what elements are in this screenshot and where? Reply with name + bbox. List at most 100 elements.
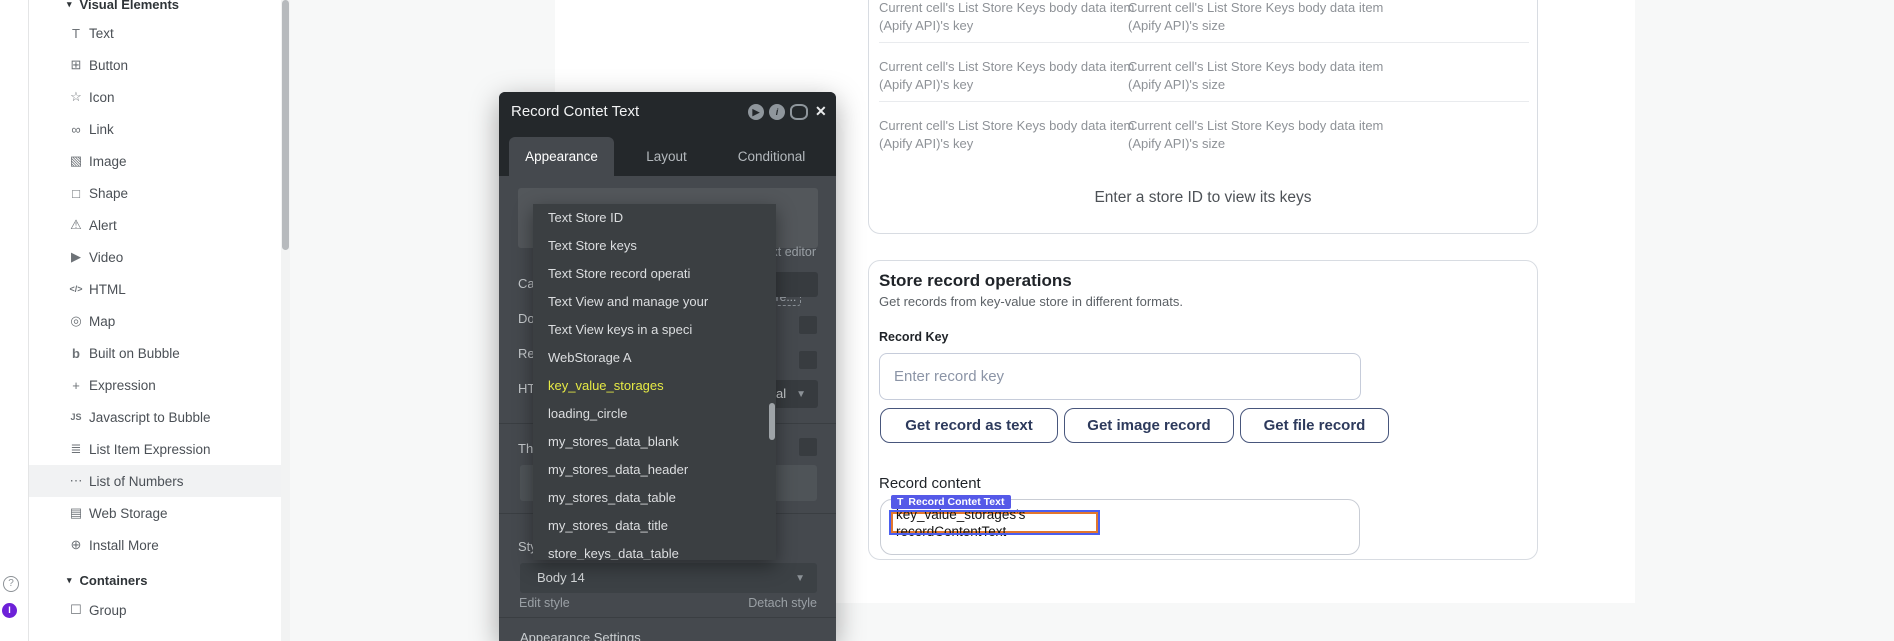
item-label: Link	[89, 122, 114, 137]
get-record-as-text-button[interactable]: Get record as text	[880, 408, 1058, 443]
item-label: Video	[89, 250, 123, 265]
button-icon: ⊞	[67, 57, 85, 73]
help-icon[interactable]: ?	[3, 576, 19, 592]
sidebar-item-web-storage[interactable]: ▤ Web Storage	[29, 497, 281, 529]
dropdown-item[interactable]: my_stores_data_blank	[533, 428, 776, 456]
dropdown-item[interactable]: Text View keys in a speci	[533, 316, 776, 344]
item-label: Map	[89, 314, 115, 329]
shape-icon: □	[67, 186, 85, 201]
item-label: Icon	[89, 90, 115, 105]
bubble-editor: ? I ▾ Visual Elements TText ⊞ Button ☆Ico…	[0, 0, 1894, 641]
item-label: Alert	[89, 218, 117, 233]
sidebar-item-list-item-expression[interactable]: ≣List Item Expression	[29, 433, 281, 465]
sidebar-item-group[interactable]: ☐ Group	[29, 594, 281, 626]
sidebar-scrollbar-thumb[interactable]	[282, 0, 289, 250]
item-label: Web Storage	[89, 506, 168, 521]
dropdown-item[interactable]: WebStorage A	[533, 344, 776, 372]
dropdown-item[interactable]: Text Store keys	[533, 232, 776, 260]
tab-appearance[interactable]: Appearance	[509, 137, 614, 176]
group-icon: ☐	[67, 602, 85, 618]
map-pin-icon: ◎	[67, 313, 85, 329]
detach-style-link[interactable]: Detach style	[748, 596, 817, 610]
storage-icon: ▤	[67, 505, 85, 521]
user-avatar[interactable]: I	[2, 603, 17, 618]
chevron-down-icon: ▾	[67, 575, 72, 586]
item-label: Javascript to Bubble	[89, 410, 211, 425]
item-label: Install More	[89, 538, 159, 553]
appearance-settings-heading: Appearance Settings	[520, 630, 641, 641]
rich-text-editor-link[interactable]: xt editor	[772, 245, 816, 259]
section-label: Containers	[80, 573, 148, 588]
sidebar-item-text[interactable]: TText	[29, 17, 281, 49]
edit-style-link[interactable]: Edit style	[519, 596, 570, 610]
sidebar-item-alert[interactable]: ⚠ Alert	[29, 209, 281, 241]
checkbox[interactable]	[799, 316, 817, 334]
section-containers[interactable]: ▾ Containers	[67, 571, 147, 589]
key-cell: Current cell's List Store Keys body data…	[879, 117, 1134, 152]
link-icon: ∞	[67, 122, 85, 137]
alert-icon: ⚠	[67, 217, 85, 233]
property-editor-panel[interactable]: Record Contet Text ▶ i ✕ Appearance Layo…	[499, 92, 836, 641]
preview-play-icon[interactable]: ▶	[748, 104, 764, 120]
checkbox[interactable]	[799, 438, 817, 456]
ellipsis-icon: ⋯	[67, 473, 85, 489]
sidebar-item-install-more[interactable]: ⊕ Install More	[29, 529, 281, 561]
dropdown-scrollbar-thumb[interactable]	[769, 403, 775, 440]
autocomplete-dropdown[interactable]: Text Store ID Text Store keys Text Store…	[533, 204, 776, 560]
size-cell: Current cell's List Store Keys body data…	[1128, 117, 1383, 152]
panel-title: Record Contet Text	[511, 103, 639, 120]
element-palette: ▾ Visual Elements TText ⊞ Button ☆Icon ∞ L…	[29, 0, 281, 641]
card-subtitle: Get records from key-value store in diff…	[879, 294, 1183, 309]
section-visual-elements[interactable]: ▾ Visual Elements	[67, 0, 179, 13]
dropdown-item[interactable]: my_stores_data_header	[533, 456, 776, 484]
panel-header[interactable]: Record Contet Text ▶ i ✕ Appearance Layo…	[499, 92, 836, 176]
sidebar-item-image[interactable]: ▧Image	[29, 145, 281, 177]
tab-conditional[interactable]: Conditional	[724, 137, 819, 176]
dropdown-item[interactable]: my_stores_data_table	[533, 484, 776, 512]
key-cell: Current cell's List Store Keys body data…	[879, 58, 1134, 93]
dropdown-item[interactable]: my_stores_data_title	[533, 512, 776, 540]
dropdown-item[interactable]: loading_circle	[533, 400, 776, 428]
install-icon: ⊕	[67, 537, 85, 553]
select-value-fragment: al	[776, 386, 786, 401]
record-key-input[interactable]: Enter record key	[879, 353, 1361, 400]
sidebar-item-html[interactable]: </>HTML	[29, 273, 281, 305]
dropdown-item[interactable]: Text View and manage your	[533, 288, 776, 316]
sidebar-item-built-on-bubble[interactable]: bBuilt on Bubble	[29, 337, 281, 369]
sidebar-item-video[interactable]: ▶ Video	[29, 241, 281, 273]
sidebar-item-icon[interactable]: ☆Icon	[29, 81, 281, 113]
comment-icon[interactable]	[790, 104, 808, 120]
sidebar-item-link[interactable]: ∞ Link	[29, 113, 281, 145]
selected-text-element[interactable]: key_value_storages's recordContentText	[891, 512, 1098, 533]
sidebar-item-button[interactable]: ⊞ Button	[29, 49, 281, 81]
dropdown-item[interactable]: Text Store ID	[533, 204, 776, 232]
sidebar-item-expression[interactable]: + Expression	[29, 369, 281, 401]
close-icon[interactable]: ✕	[815, 103, 827, 120]
dropdown-item[interactable]: Text Store record operati	[533, 260, 776, 288]
size-cell: Current cell's List Store Keys body data…	[1128, 58, 1383, 93]
style-select[interactable]: Body 14 ▼	[520, 563, 817, 593]
sidebar-item-list-of-numbers[interactable]: ⋯List of Numbers	[29, 465, 281, 497]
item-label: Group	[89, 603, 127, 618]
get-image-record-button[interactable]: Get image record	[1064, 408, 1234, 443]
get-file-record-button[interactable]: Get file record	[1240, 408, 1389, 443]
video-icon: ▶	[67, 249, 85, 265]
tab-layout[interactable]: Layout	[629, 137, 704, 176]
info-icon[interactable]: i	[769, 104, 785, 120]
style-select-value: Body 14	[537, 570, 585, 585]
panel-divider	[499, 617, 836, 618]
sidebar-item-javascript-to-bubble[interactable]: JSJavascript to Bubble	[29, 401, 281, 433]
sidebar-item-map[interactable]: ◎ Map	[29, 305, 281, 337]
item-label: Button	[89, 58, 128, 73]
checkbox[interactable]	[799, 351, 817, 369]
item-label: Expression	[89, 378, 156, 393]
row-divider	[879, 101, 1529, 102]
sidebar-item-repeating-group[interactable]: ⧉Repeating Group	[29, 630, 281, 641]
empty-state-message: Enter a store ID to view its keys	[869, 189, 1537, 207]
left-gutter: ? I	[0, 0, 29, 641]
store-record-operations-card: Store record operations Get records from…	[868, 260, 1538, 560]
dropdown-item[interactable]: store_keys_data_table	[533, 540, 776, 560]
sidebar-item-shape[interactable]: □Shape	[29, 177, 281, 209]
dropdown-item-highlighted[interactable]: key_value_storages	[533, 372, 776, 400]
plus-icon: +	[67, 378, 85, 393]
